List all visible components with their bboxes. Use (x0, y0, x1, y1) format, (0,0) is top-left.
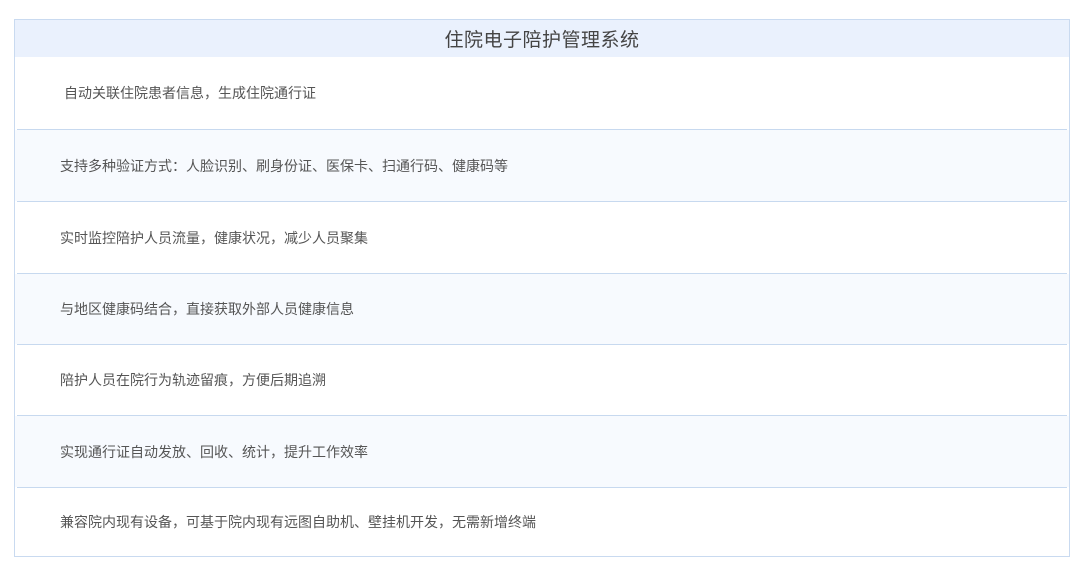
feature-panel: 住院电子陪护管理系统 自动关联住院患者信息，生成住院通行证 支持多种验证方式：人… (14, 19, 1070, 557)
panel-title: 住院电子陪护管理系统 (15, 20, 1069, 57)
feature-text: 实现通行证自动发放、回收、统计，提升工作效率 (60, 444, 368, 461)
feature-text: 自动关联住院患者信息，生成住院通行证 (64, 86, 316, 102)
feature-row-2: 支持多种验证方式：人脸识别、刷身份证、医保卡、扫通行码、健康码等 (15, 130, 1069, 201)
feature-row-6: 实现通行证自动发放、回收、统计，提升工作效率 (15, 416, 1069, 487)
feature-text: 与地区健康码结合，直接获取外部人员健康信息 (60, 302, 354, 318)
feature-text: 支持多种验证方式：人脸识别、刷身份证、医保卡、扫通行码、健康码等 (60, 158, 508, 175)
feature-row-5: 陪护人员在院行为轨迹留痕，方便后期追溯 (15, 345, 1069, 415)
feature-row-1: 自动关联住院患者信息，生成住院通行证 (15, 57, 1069, 129)
feature-text: 兼容院内现有设备，可基于院内现有远图自助机、壁挂机开发，无需新增终端 (60, 515, 536, 531)
feature-text: 实时监控陪护人员流量，健康状况，减少人员聚集 (60, 230, 368, 247)
feature-row-3: 实时监控陪护人员流量，健康状况，减少人员聚集 (15, 202, 1069, 273)
feature-text: 陪护人员在院行为轨迹留痕，方便后期追溯 (60, 373, 326, 389)
feature-row-7: 兼容院内现有设备，可基于院内现有远图自助机、壁挂机开发，无需新增终端 (15, 488, 1069, 556)
feature-row-4: 与地区健康码结合，直接获取外部人员健康信息 (15, 274, 1069, 344)
